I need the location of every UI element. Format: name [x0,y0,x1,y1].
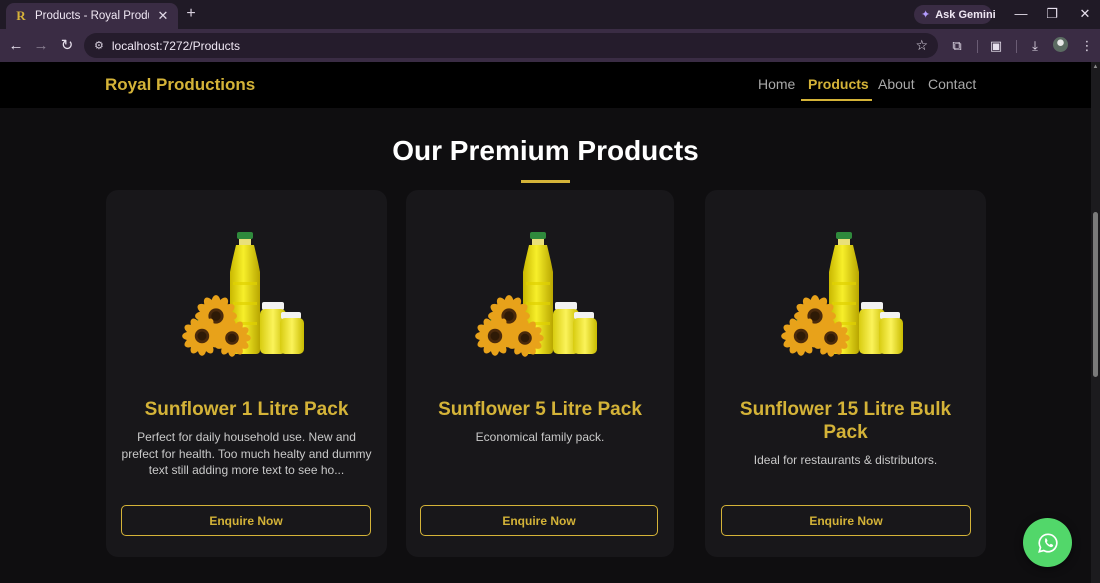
toolbar-divider [1016,40,1017,53]
forward-arrow-icon[interactable]: → [31,36,51,56]
scroll-up-arrow-icon[interactable]: ▲ [1092,64,1099,70]
restore-icon[interactable]: ❐ [1041,4,1063,24]
sunflower-oil-bottle-image [781,232,911,358]
tab-title: Products - Royal Productions [35,10,149,22]
brand-logo[interactable]: Royal Productions [105,75,255,95]
product-title: Sunflower 1 Litre Pack [144,399,349,420]
ask-gemini-button[interactable]: ✦ Ask Gemini [914,5,996,24]
product-description: Economical family pack. [475,430,605,444]
nav-about[interactable]: About [878,76,915,92]
site-info-icon[interactable]: ⚙ [94,39,104,52]
sunflower-oil-bottle-image [475,232,605,358]
whatsapp-icon [1037,532,1058,553]
toolbar-divider [977,40,978,53]
bookmark-star-icon[interactable]: ☆ [915,37,928,54]
page-title: Our Premium Products [392,135,699,166]
back-arrow-icon[interactable]: ← [6,36,26,56]
menu-kebab-icon[interactable]: ⋮ [1078,37,1096,55]
browser-tab-bar: R Products - Royal Productions ✕ + ✦ Ask… [0,0,1100,29]
enquire-now-button[interactable]: Enquire Now [420,505,658,536]
url-text[interactable]: localhost:7272/Products [112,39,908,53]
close-tab-icon[interactable]: ✕ [156,8,170,24]
enquire-now-button[interactable]: Enquire Now [721,505,971,536]
product-card: Sunflower 1 Litre Pack Perfect for daily… [106,190,387,557]
product-description: Ideal for restaurants & distributors. [753,453,938,467]
reload-icon[interactable]: ↻ [57,36,77,56]
sunflower-oil-bottle-image [182,232,312,358]
product-title: Sunflower 5 Litre Pack [438,399,642,420]
nav-products[interactable]: Products [808,76,869,92]
sparkle-icon: ✦ [921,9,931,21]
active-nav-underline [801,99,872,101]
product-description: Perfect for daily household use. New and… [121,430,372,477]
ask-gemini-label: Ask Gemini [935,8,996,21]
product-title: Sunflower 15 Litre Bulk Pack [739,399,952,443]
media-controls-icon[interactable]: ▣ [987,37,1005,55]
download-icon[interactable]: ⤓ [1026,37,1044,55]
browser-tab[interactable]: R Products - Royal Productions ✕ [6,3,178,29]
close-window-icon[interactable]: ✕ [1074,4,1096,24]
extensions-icon[interactable]: ⧉ [948,37,966,55]
scrollbar-thumb[interactable] [1093,212,1098,377]
product-card: Sunflower 15 Litre Bulk Pack Ideal for r… [705,190,986,557]
address-bar[interactable]: ⚙ localhost:7272/Products ☆ [84,33,938,58]
product-card: Sunflower 5 Litre Pack Economical family… [406,190,674,557]
browser-toolbar: ← → ↻ ⚙ localhost:7272/Products ☆ ⧉ ▣ ⤓ … [0,29,1100,62]
title-underline [521,180,570,183]
nav-contact[interactable]: Contact [928,76,976,92]
site-favicon-icon: R [16,8,26,23]
nav-home[interactable]: Home [758,76,795,92]
new-tab-button[interactable]: + [182,5,200,23]
profile-avatar[interactable] [1053,37,1068,52]
whatsapp-chat-button[interactable] [1023,518,1072,567]
minimize-icon[interactable]: — [1010,4,1032,24]
site-header: Royal Productions Home Products About Co… [0,62,1091,108]
enquire-now-button[interactable]: Enquire Now [121,505,371,536]
